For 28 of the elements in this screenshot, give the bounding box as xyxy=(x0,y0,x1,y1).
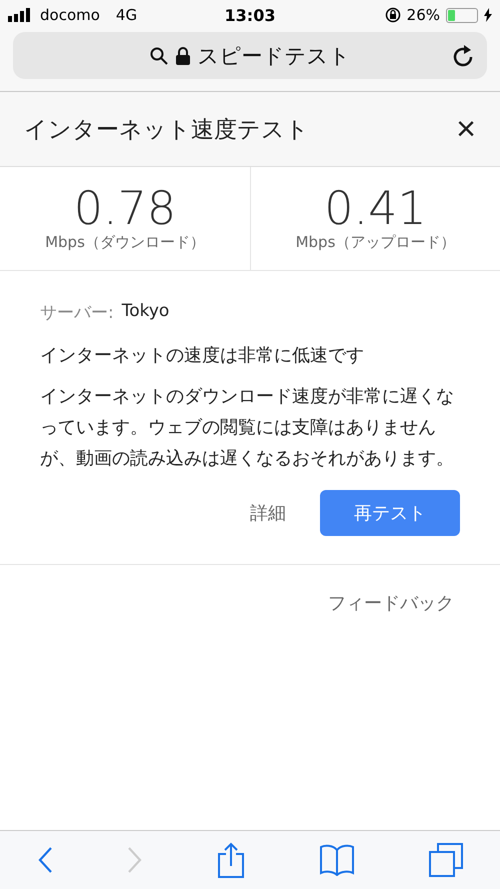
page-title: スピードテスト xyxy=(198,42,350,70)
tabs-icon[interactable] xyxy=(429,843,463,877)
battery-icon xyxy=(446,8,478,22)
lock-icon xyxy=(176,46,190,64)
clock-time: 13:03 xyxy=(224,6,276,24)
battery-percent: 26% xyxy=(406,6,440,24)
reload-icon[interactable] xyxy=(453,44,475,68)
speed-description: インターネットのダウンロード速度が非常に遅くなっています。ウェブの閲覧には支障はありませんが、動画の読み込みは遅くなるおそれがあります。 xyxy=(40,385,455,471)
book-icon[interactable] xyxy=(319,844,355,876)
speed-value: 0.41 xyxy=(324,185,427,231)
address-bar[interactable]: スピードテスト xyxy=(13,32,487,79)
share-icon[interactable] xyxy=(217,842,245,878)
rotation-lock-icon xyxy=(384,7,401,23)
dialog-title: インターネット速度テスト xyxy=(24,116,309,144)
search-icon xyxy=(150,46,168,64)
speed-summary: インターネットの速度は非常に低速です xyxy=(40,344,365,368)
server-label: サーバー: xyxy=(40,302,114,324)
close-button[interactable]: × xyxy=(456,112,476,146)
speed-unit: Mbps（ダウンロード） xyxy=(45,233,205,252)
carrier-name: docomo xyxy=(40,6,100,24)
retest-button[interactable]: 再テスト xyxy=(320,490,460,536)
server-value: Tokyo xyxy=(122,301,170,323)
network-type: 4G xyxy=(116,6,138,24)
feedback-link[interactable]: フィードバック xyxy=(328,591,454,615)
speed-value: 0.78 xyxy=(74,185,176,231)
details-link[interactable]: 詳細 xyxy=(250,501,286,525)
back-icon[interactable] xyxy=(37,846,53,874)
speed-unit: Mbps（アップロード） xyxy=(296,233,456,252)
